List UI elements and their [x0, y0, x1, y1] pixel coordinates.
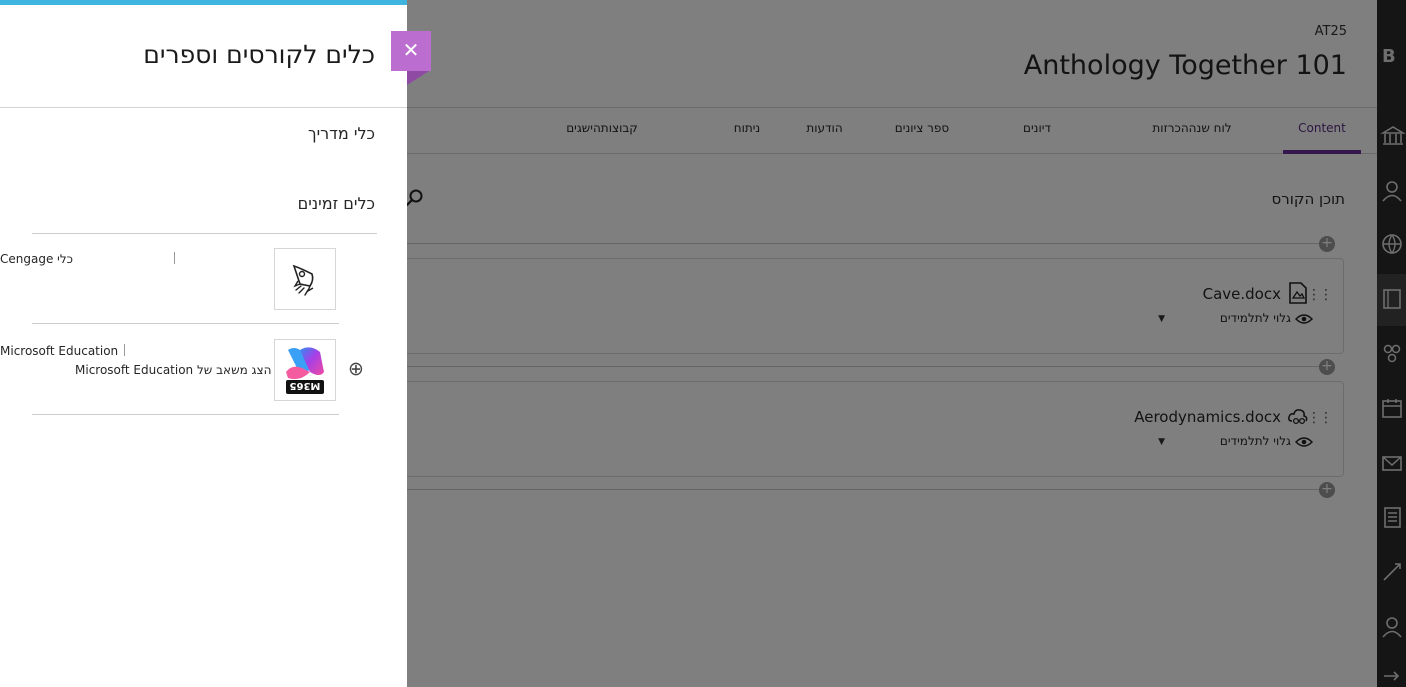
tool-tile-cengage[interactable] — [274, 248, 336, 310]
add-tool-icon[interactable]: ⊕ — [348, 359, 364, 379]
section-divider — [32, 233, 377, 234]
panel-title: כלים לקורסים וספרים — [143, 40, 375, 69]
panel-divider — [0, 107, 407, 108]
panel-accent-stripe — [0, 0, 407, 5]
tool-description: הצג משאב של Microsoft Education — [75, 363, 272, 377]
tool-name-microsoft-education[interactable]: Microsoft Education — [0, 344, 118, 358]
available-tools-heading: כלים זמינים — [297, 194, 375, 213]
m365-icon: M365 — [286, 347, 324, 394]
tool-divider — [32, 414, 339, 415]
tool-name-cengage[interactable]: Cengage כלי — [0, 252, 73, 266]
svg-text:M365: M365 — [290, 380, 321, 391]
text-cursor — [124, 344, 125, 356]
instructor-tools-heading[interactable]: כלי מדריך — [308, 124, 375, 143]
tool-divider — [32, 323, 339, 324]
tool-tile-microsoft-education[interactable]: M365 — [274, 339, 336, 401]
rocket-icon — [292, 264, 314, 296]
text-cursor — [174, 252, 175, 264]
close-button-tail — [407, 71, 429, 85]
close-panel-button[interactable]: ✕ — [391, 31, 431, 71]
course-tools-panel: כלים לקורסים וספרים כלי מדריך כלים זמיני… — [0, 0, 407, 687]
